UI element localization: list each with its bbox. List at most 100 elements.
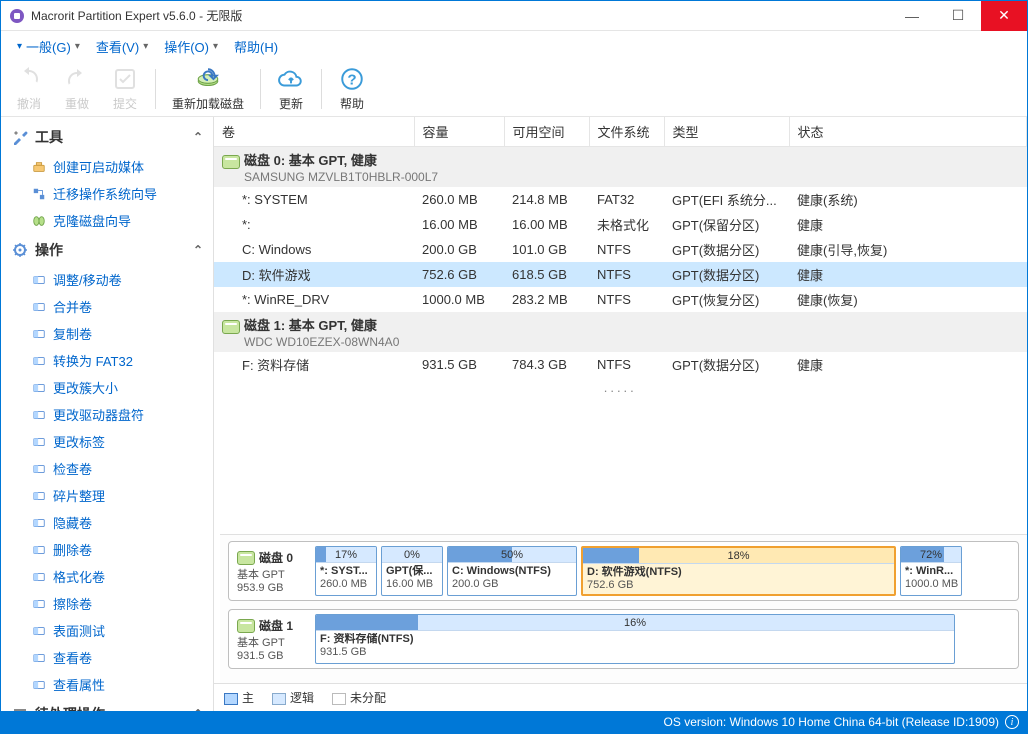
- window-buttons: — ☐ ✕: [889, 1, 1027, 31]
- disk-header-row[interactable]: 磁盘 1: 基本 GPT, 健康WDC WD10EZEX-08WN4A0: [214, 312, 1027, 352]
- col-fs[interactable]: 文件系统: [589, 117, 664, 147]
- diskmap-label[interactable]: 磁盘 1 基本 GPT931.5 GB: [233, 614, 311, 664]
- op-item-icon: [31, 353, 47, 369]
- undo-icon: [15, 65, 43, 93]
- volume-row[interactable]: *:16.00 MB16.00 MB未格式化GPT(保留分区)健康: [214, 212, 1027, 237]
- table-more-row: .....: [214, 377, 1027, 398]
- sidebar-op-item[interactable]: 查看卷: [1, 644, 213, 671]
- diskmap-partition[interactable]: 17% *: SYST...260.0 MB: [315, 546, 377, 596]
- undo-button: 撤消: [11, 63, 47, 114]
- sidebar-item-label: 查看属性: [53, 675, 105, 694]
- sidebar-op-item[interactable]: 格式化卷: [1, 563, 213, 590]
- volume-row[interactable]: *: SYSTEM260.0 MB214.8 MBFAT32GPT(EFI 系统…: [214, 187, 1027, 212]
- sidebar-pending-header[interactable]: 待处理操作 ⌃: [1, 698, 213, 711]
- diskmap-partition[interactable]: 50% C: Windows(NTFS)200.0 GB: [447, 546, 577, 596]
- volume-table-wrap[interactable]: 卷 容量 可用空间 文件系统 类型 状态 磁盘 0: 基本 GPT, 健康SAM…: [214, 117, 1027, 534]
- minimize-button[interactable]: —: [889, 1, 935, 31]
- disk-header-row[interactable]: 磁盘 0: 基本 GPT, 健康SAMSUNG MZVLB1T0HBLR-000…: [214, 147, 1027, 188]
- menu-view[interactable]: 查看(V)▾: [90, 33, 154, 60]
- tool-item-icon: [31, 186, 47, 202]
- sidebar-item-label: 删除卷: [53, 540, 92, 559]
- sidebar-tool-item[interactable]: 创建可启动媒体: [1, 153, 213, 180]
- sidebar-item-label: 擦除卷: [53, 594, 92, 613]
- window-title: Macrorit Partition Expert v5.6.0 - 无限版: [31, 7, 889, 24]
- sidebar-op-item[interactable]: 检查卷: [1, 455, 213, 482]
- reload-disks-button[interactable]: 重新加载磁盘: [168, 63, 248, 114]
- op-item-icon: [31, 380, 47, 396]
- menubar: ▾一般(G)▾ 查看(V)▾ 操作(O)▾ 帮助(H): [1, 31, 1027, 61]
- sidebar-op-item[interactable]: 删除卷: [1, 536, 213, 563]
- sidebar-op-item[interactable]: 复制卷: [1, 320, 213, 347]
- col-status[interactable]: 状态: [789, 117, 1027, 147]
- diskmap-partition[interactable]: 16% F: 资料存储(NTFS)931.5 GB: [315, 614, 955, 664]
- sidebar-item-label: 碎片整理: [53, 486, 105, 505]
- op-item-icon: [31, 650, 47, 666]
- svg-text:?: ?: [347, 71, 356, 88]
- tools-icon: [11, 128, 29, 146]
- refresh-button[interactable]: 更新: [273, 63, 309, 114]
- sidebar-op-item[interactable]: 合并卷: [1, 293, 213, 320]
- main-area: 工具 ⌃ 创建可启动媒体迁移操作系统向导克隆磁盘向导 操作 ⌃ 调整/移动卷合并…: [1, 117, 1027, 711]
- col-volume[interactable]: 卷: [214, 117, 414, 147]
- menu-general[interactable]: ▾一般(G)▾: [11, 33, 86, 60]
- redo-button: 重做: [59, 63, 95, 114]
- op-item-icon: [31, 461, 47, 477]
- legend-primary: 主: [224, 689, 254, 706]
- sidebar: 工具 ⌃ 创建可启动媒体迁移操作系统向导克隆磁盘向导 操作 ⌃ 调整/移动卷合并…: [1, 117, 214, 711]
- sidebar-tools-header[interactable]: 工具 ⌃: [1, 121, 213, 153]
- content-area: 卷 容量 可用空间 文件系统 类型 状态 磁盘 0: 基本 GPT, 健康SAM…: [214, 117, 1027, 711]
- diskmap-partition[interactable]: 0% GPT(保...16.00 MB: [381, 546, 443, 596]
- diskmap-label[interactable]: 磁盘 0 基本 GPT953.9 GB: [233, 546, 311, 596]
- redo-icon: [63, 65, 91, 93]
- sidebar-op-item[interactable]: 表面测试: [1, 617, 213, 644]
- diskmap-area: 磁盘 0 基本 GPT953.9 GB 17% *: SYST...260.0 …: [220, 534, 1027, 683]
- sidebar-op-item[interactable]: 更改标签: [1, 428, 213, 455]
- disk-icon: [222, 320, 240, 334]
- menu-operate[interactable]: 操作(O)▾: [158, 33, 224, 60]
- usage-bar: 0%: [382, 547, 442, 563]
- volume-table: 卷 容量 可用空间 文件系统 类型 状态 磁盘 0: 基本 GPT, 健康SAM…: [214, 117, 1027, 398]
- col-capacity[interactable]: 容量: [414, 117, 504, 147]
- sidebar-ops-header[interactable]: 操作 ⌃: [1, 234, 213, 266]
- sidebar-item-label: 更改驱动器盘符: [53, 405, 144, 424]
- volume-row[interactable]: D: 软件游戏752.6 GB618.5 GBNTFSGPT(数据分区)健康: [214, 262, 1027, 287]
- usage-bar: 18%: [583, 548, 894, 564]
- diskmap-partition[interactable]: 18% D: 软件游戏(NTFS)752.6 GB: [581, 546, 896, 596]
- sidebar-op-item[interactable]: 调整/移动卷: [1, 266, 213, 293]
- sidebar-item-label: 格式化卷: [53, 567, 105, 586]
- sidebar-op-item[interactable]: 查看属性: [1, 671, 213, 698]
- disk-icon: [222, 155, 240, 169]
- menu-help[interactable]: 帮助(H): [228, 33, 284, 60]
- submit-button: 提交: [107, 63, 143, 114]
- legend: 主 逻辑 未分配: [214, 683, 1027, 711]
- col-free[interactable]: 可用空间: [504, 117, 589, 147]
- cloud-up-icon: [277, 65, 305, 93]
- list-icon: [11, 705, 29, 711]
- col-type[interactable]: 类型: [664, 117, 789, 147]
- chevron-up-icon: ⌃: [193, 243, 203, 257]
- sidebar-tool-item[interactable]: 迁移操作系统向导: [1, 180, 213, 207]
- tool-item-icon: [31, 159, 47, 175]
- status-text: OS version: Windows 10 Home China 64-bit…: [664, 715, 999, 729]
- maximize-button[interactable]: ☐: [935, 1, 981, 31]
- op-item-icon: [31, 299, 47, 315]
- disk-icon: [237, 619, 255, 633]
- volume-row[interactable]: *: WinRE_DRV1000.0 MB283.2 MBNTFSGPT(恢复分…: [214, 287, 1027, 312]
- volume-row[interactable]: F: 资料存储931.5 GB784.3 GBNTFSGPT(数据分区)健康: [214, 352, 1027, 377]
- diskmap-partition[interactable]: 72% *: WinR...1000.0 MB: [900, 546, 962, 596]
- sidebar-op-item[interactable]: 擦除卷: [1, 590, 213, 617]
- sidebar-item-label: 创建可启动媒体: [53, 157, 144, 176]
- sidebar-op-item[interactable]: 转换为 FAT32: [1, 347, 213, 374]
- sidebar-item-label: 检查卷: [53, 459, 92, 478]
- usage-bar: 17%: [316, 547, 376, 563]
- sidebar-op-item[interactable]: 更改簇大小: [1, 374, 213, 401]
- help-button[interactable]: ? 帮助: [334, 63, 370, 114]
- sidebar-op-item[interactable]: 隐藏卷: [1, 509, 213, 536]
- sidebar-op-item[interactable]: 碎片整理: [1, 482, 213, 509]
- info-icon[interactable]: i: [1005, 715, 1019, 729]
- volume-row[interactable]: C: Windows200.0 GB101.0 GBNTFSGPT(数据分区)健…: [214, 237, 1027, 262]
- diskmap-row: 磁盘 0 基本 GPT953.9 GB 17% *: SYST...260.0 …: [228, 541, 1019, 601]
- sidebar-tool-item[interactable]: 克隆磁盘向导: [1, 207, 213, 234]
- sidebar-op-item[interactable]: 更改驱动器盘符: [1, 401, 213, 428]
- close-button[interactable]: ✕: [981, 1, 1027, 31]
